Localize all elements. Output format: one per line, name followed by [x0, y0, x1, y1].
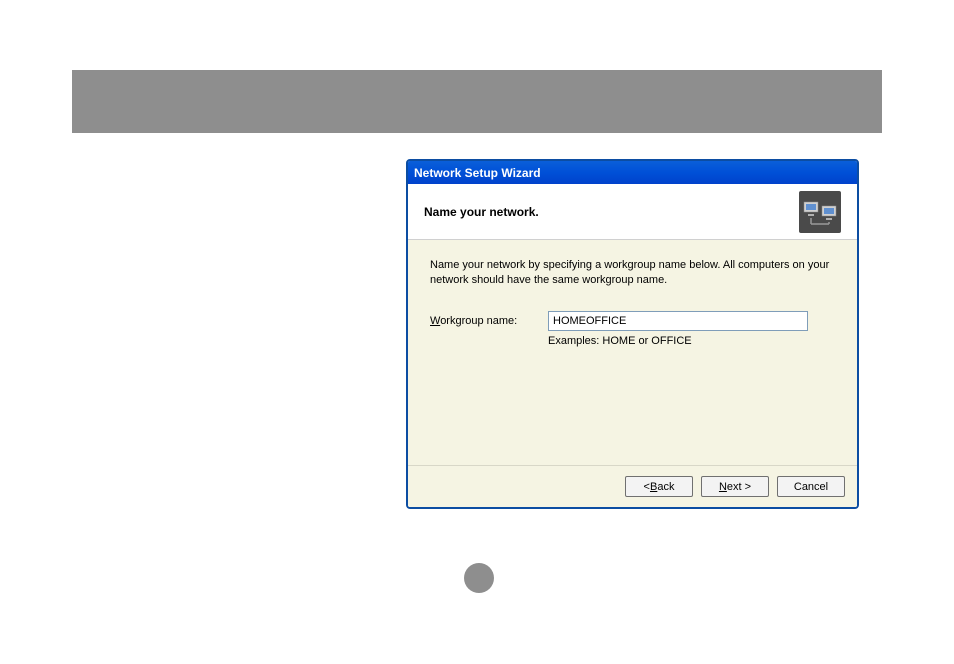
next-button[interactable]: Next > — [701, 476, 769, 497]
titlebar-text: Network Setup Wizard — [414, 166, 541, 180]
workgroup-label: Workgroup name: — [430, 315, 548, 327]
wizard-header: Name your network. — [408, 184, 857, 240]
workgroup-row: Workgroup name: — [430, 311, 835, 331]
cancel-button[interactable]: Cancel — [777, 476, 845, 497]
wizard-footer: < Back Next > Cancel — [408, 465, 857, 507]
examples-row: Examples: HOME or OFFICE — [430, 335, 835, 347]
examples-text: Examples: HOME or OFFICE — [548, 335, 692, 347]
titlebar[interactable]: Network Setup Wizard — [408, 161, 857, 184]
network-icon — [799, 191, 841, 233]
wizard-content: Name your network by specifying a workgr… — [408, 240, 857, 465]
wizard-header-title: Name your network. — [424, 205, 539, 219]
back-button[interactable]: < Back — [625, 476, 693, 497]
page-circle — [464, 563, 494, 593]
instruction-text: Name your network by specifying a workgr… — [430, 258, 835, 289]
workgroup-input[interactable] — [548, 311, 808, 331]
top-gray-bar — [72, 70, 882, 133]
wizard-window: Network Setup Wizard Name your network. … — [406, 159, 859, 509]
